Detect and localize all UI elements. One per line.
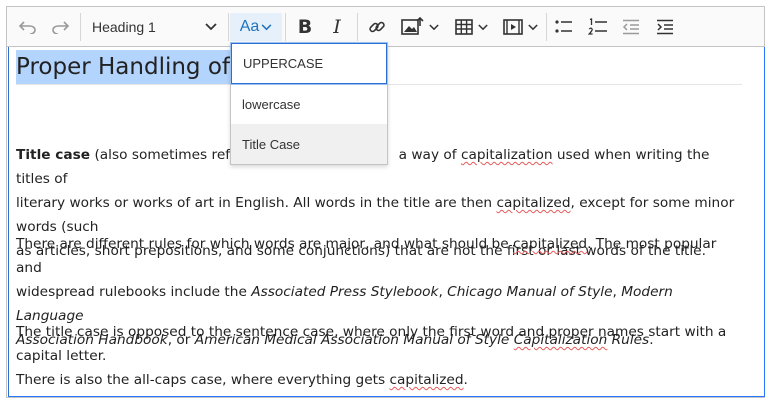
misspelled-word[interactable]: capitalized <box>513 236 587 252</box>
paragraph-line: The title case is opposed to the sentenc… <box>16 320 744 368</box>
numbered-list-icon <box>588 18 607 35</box>
text-span: literary works or works of art in Englis… <box>16 195 497 211</box>
bulleted-list-button[interactable] <box>551 13 577 41</box>
bold-button[interactable]: B <box>292 13 318 41</box>
text-span: . <box>463 372 468 388</box>
misspelled-word[interactable]: capitalization <box>461 147 553 163</box>
misspelled-word[interactable]: capitalized <box>389 372 463 388</box>
text-case-icon: Aa <box>239 18 260 35</box>
paragraph-3[interactable]: The title case is opposed to the sentenc… <box>16 320 744 392</box>
menu-item-lowercase[interactable]: lowercase <box>231 84 387 124</box>
paragraph-line: There are different rules for which word… <box>16 232 744 280</box>
insert-table-button[interactable] <box>450 13 492 41</box>
heading-selected-text: Proper Handling of T <box>16 50 258 84</box>
undo-button[interactable] <box>15 13 41 41</box>
image-icon <box>401 17 424 35</box>
link-icon <box>369 21 385 33</box>
table-icon <box>454 19 473 35</box>
chevron-down-icon <box>205 23 217 31</box>
toolbar-separator <box>357 13 358 41</box>
chevron-down-icon <box>527 23 538 30</box>
paragraph-line: There is also the all-caps case, where e… <box>16 368 744 392</box>
menu-item-uppercase[interactable]: UPPERCASE <box>231 43 387 84</box>
redo-button[interactable] <box>47 13 73 41</box>
heading-dropdown[interactable]: Heading 1 <box>83 13 223 41</box>
chevron-down-icon <box>477 23 488 30</box>
text-span: The title case is opposed to the sentenc… <box>16 324 727 364</box>
toolbar-separator <box>228 13 229 41</box>
indent-button[interactable] <box>652 13 678 41</box>
chevron-down-icon <box>429 23 439 30</box>
text-span: widespread rulebooks include the <box>16 284 252 300</box>
bulleted-list-icon <box>555 20 572 33</box>
menu-item-title-case[interactable]: Title Case <box>231 124 387 164</box>
text-case-dropdown: UPPERCASE lowercase Title Case <box>230 42 388 165</box>
toolbar: Heading 1 Aa B I <box>7 7 764 47</box>
text-span: There are different rules for which word… <box>16 236 513 252</box>
italic-text: Associated Press Stylebook <box>251 284 439 300</box>
heading-value: Heading 1 <box>92 19 156 35</box>
toolbar-separator <box>285 13 286 41</box>
numbered-list-button[interactable] <box>584 13 612 41</box>
insert-media-button[interactable] <box>499 13 541 41</box>
chevron-down-icon <box>261 23 272 30</box>
insert-image-button[interactable] <box>397 13 443 41</box>
italic-text: Chicago Manual of Style <box>447 284 613 300</box>
link-button[interactable] <box>364 13 390 41</box>
redo-icon <box>52 21 69 34</box>
italic-button[interactable]: I <box>324 13 350 41</box>
indent-icon <box>657 19 673 35</box>
toolbar-separator <box>80 13 81 41</box>
bold-text: Title case <box>16 147 91 163</box>
outdent-icon <box>622 19 639 35</box>
misspelled-word[interactable]: capitalized <box>496 195 570 211</box>
text-span: , <box>438 284 448 300</box>
text-span: There is also the all-caps case, where e… <box>16 372 390 388</box>
outdent-button[interactable] <box>618 13 644 41</box>
toolbar-separator <box>546 13 547 41</box>
text-span: , <box>612 284 622 300</box>
undo-icon <box>19 21 36 34</box>
text-span: a way of <box>398 147 461 163</box>
media-icon <box>502 19 523 35</box>
text-case-button[interactable]: Aa <box>230 13 282 41</box>
